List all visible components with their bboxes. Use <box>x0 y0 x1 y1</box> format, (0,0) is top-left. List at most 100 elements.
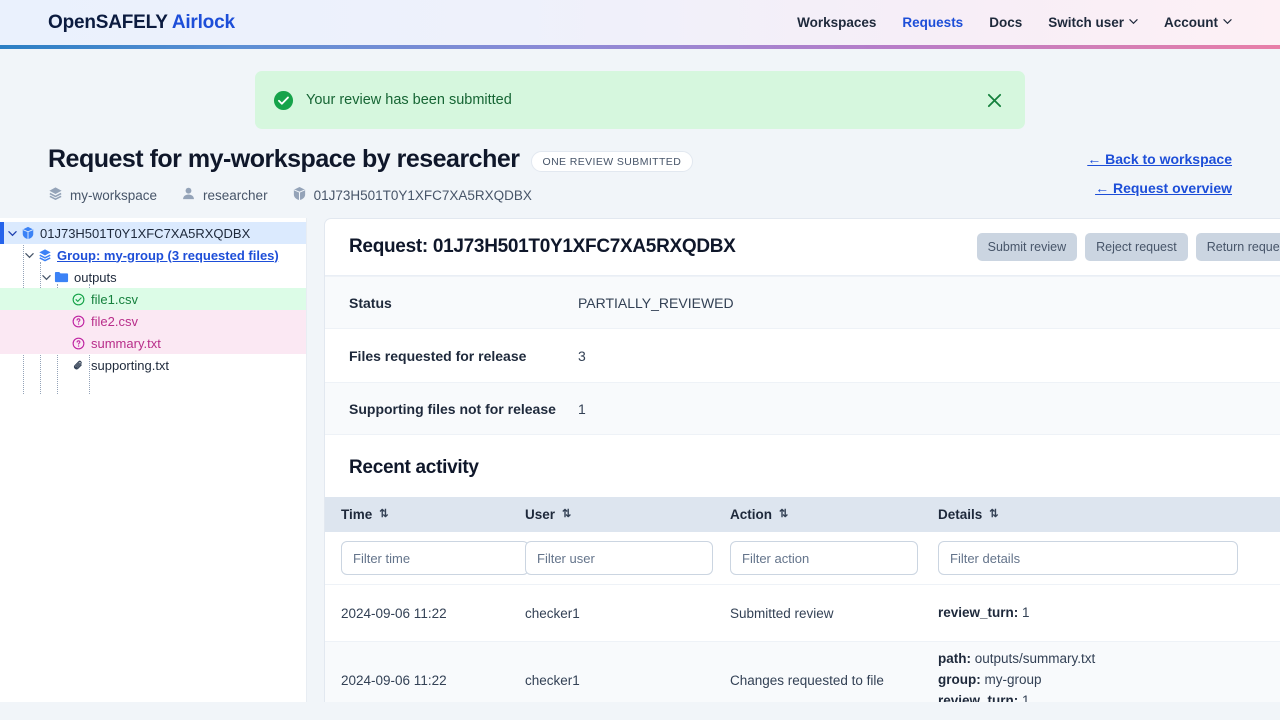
detail-line: group: my-group <box>938 670 1280 691</box>
nav-item-docs[interactable]: Docs <box>989 15 1022 30</box>
chevron-down-icon <box>1129 17 1138 26</box>
layers-icon <box>48 186 63 204</box>
activity-table-body: 2024-09-06 11:22 checker1 Submitted revi… <box>325 532 1280 702</box>
tree-item-summary[interactable]: summary.txt <box>0 332 306 354</box>
return-request-button[interactable]: Return request <box>1196 233 1280 261</box>
meta-request-id: 01J73H501T0Y1XFC7XA5RXQDBX <box>292 186 532 204</box>
column-header-details[interactable]: Details ⇅ <box>938 497 1280 532</box>
meta-label: researcher <box>203 188 268 203</box>
cell-details: path: outputs/summary.txt group: my-grou… <box>938 642 1280 703</box>
tree-item-file1[interactable]: file1.csv <box>0 288 306 310</box>
nav-label: Requests <box>902 15 963 30</box>
layers-icon <box>36 248 53 262</box>
request-heading: Request: 01J73H501T0Y1XFC7XA5RXQDBX <box>349 236 736 258</box>
column-header-action[interactable]: Action ⇅ <box>730 497 938 532</box>
detail-line: path: outputs/summary.txt <box>938 649 1280 670</box>
sort-icon[interactable]: ⇅ <box>379 509 388 520</box>
page-heading: Request for my-workspace by researcher O… <box>0 129 1280 204</box>
column-label: User <box>525 507 555 522</box>
detail-row-status: Status PARTIALLY_REVIEWED <box>325 276 1280 329</box>
activity-table-head: Time ⇅ User ⇅ Action <box>325 497 1280 532</box>
tree-item-file2[interactable]: file2.csv <box>0 310 306 332</box>
sort-icon[interactable]: ⇅ <box>989 509 998 520</box>
sort-icon[interactable]: ⇅ <box>562 509 571 520</box>
sort-icon[interactable]: ⇅ <box>779 509 788 520</box>
filter-cell-user <box>525 532 730 585</box>
cell-user: checker1 <box>525 585 730 642</box>
cell-action: Changes requested to file <box>730 642 938 703</box>
page-title-text: Request for my-workspace by researcher <box>48 145 520 174</box>
main-content: Request: 01J73H501T0Y1XFC7XA5RXQDBX Subm… <box>307 218 1280 702</box>
cell-time: 2024-09-06 11:22 <box>325 642 525 703</box>
main-nav: Workspaces Requests Docs Switch user Acc… <box>797 15 1232 30</box>
chevron-down-icon[interactable] <box>6 229 19 238</box>
page-meta: my-workspace researcher <box>48 186 1087 204</box>
column-header-user[interactable]: User ⇅ <box>525 497 730 532</box>
tree-item-supporting[interactable]: supporting.txt <box>0 354 306 376</box>
detail-value: outputs/summary.txt <box>975 651 1096 666</box>
user-icon <box>181 186 196 204</box>
tree-item-folder-outputs[interactable]: outputs <box>0 266 306 288</box>
tree-item-group[interactable]: Group: my-group (3 requested files) <box>0 244 306 266</box>
request-actions: Submit review Reject request Return requ… <box>977 233 1280 261</box>
chevron-down-icon[interactable] <box>23 251 36 260</box>
nav-label: Account <box>1164 15 1218 30</box>
request-card: Request: 01J73H501T0Y1XFC7XA5RXQDBX Subm… <box>324 218 1280 702</box>
filter-row <box>325 532 1280 585</box>
app-logo[interactable]: OpenSAFELY Airlock <box>48 12 235 34</box>
brand-secondary: Airlock <box>172 12 235 33</box>
close-icon[interactable] <box>983 89 1005 111</box>
detail-value: 1 <box>578 401 586 417</box>
folder-icon <box>53 270 70 284</box>
alert-container: Your review has been submitted <box>0 49 1280 129</box>
chevron-down-icon <box>1223 17 1232 26</box>
submit-review-button[interactable]: Submit review <box>977 233 1078 261</box>
package-icon <box>292 186 307 204</box>
nav-item-switch-user[interactable]: Switch user <box>1048 15 1138 30</box>
paperclip-icon <box>70 359 87 372</box>
nav-label: Switch user <box>1048 15 1124 30</box>
request-card-header: Request: 01J73H501T0Y1XFC7XA5RXQDBX Subm… <box>325 219 1280 276</box>
tree-label: supporting.txt <box>87 358 169 373</box>
detail-value: 1 <box>1022 605 1030 620</box>
detail-line: review_turn: 1 <box>938 603 1280 624</box>
top-navigation-bar: OpenSAFELY Airlock Workspaces Requests D… <box>0 0 1280 45</box>
filter-cell-details <box>938 532 1280 585</box>
cell-action: Submitted review <box>730 585 938 642</box>
cell-time: 2024-09-06 11:22 <box>325 585 525 642</box>
back-to-workspace-link[interactable]: ← Back to workspace <box>1087 151 1232 167</box>
detail-value: 3 <box>578 348 586 364</box>
tree-item-request-root[interactable]: 01J73H501T0Y1XFC7XA5RXQDBX <box>0 222 306 244</box>
tree-label: summary.txt <box>87 336 161 351</box>
tree-label: file2.csv <box>87 314 138 329</box>
column-label: Details <box>938 507 982 522</box>
cell-details: review_turn: 1 <box>938 585 1280 642</box>
detail-key: group: <box>938 672 981 687</box>
question-circle-icon <box>70 315 87 328</box>
column-header-time[interactable]: Time ⇅ <box>325 497 525 532</box>
table-row: 2024-09-06 11:22 checker1 Changes reques… <box>325 642 1280 703</box>
request-overview-link[interactable]: ← Request overview <box>1095 180 1232 196</box>
brand-primary: OpenSAFELY <box>48 12 167 33</box>
nav-item-account[interactable]: Account <box>1164 15 1232 30</box>
reject-request-button[interactable]: Reject request <box>1085 233 1188 261</box>
nav-item-workspaces[interactable]: Workspaces <box>797 15 876 30</box>
detail-key: path: <box>938 651 971 666</box>
column-label: Action <box>730 507 772 522</box>
filter-user-input[interactable] <box>525 541 713 575</box>
nav-item-requests[interactable]: Requests <box>902 15 963 30</box>
detail-line: review_turn: 1 <box>938 691 1280 702</box>
tree-label: Group: my-group (3 requested files) <box>53 248 279 263</box>
filter-cell-action <box>730 532 938 585</box>
success-alert: Your review has been submitted <box>255 71 1025 129</box>
filter-action-input[interactable] <box>730 541 918 575</box>
chevron-down-icon[interactable] <box>40 273 53 282</box>
detail-label: Files requested for release <box>349 348 578 364</box>
cell-user: checker1 <box>525 642 730 703</box>
filter-details-input[interactable] <box>938 541 1238 575</box>
page-body: 01J73H501T0Y1XFC7XA5RXQDBX Group: my-gro… <box>0 218 1280 702</box>
detail-row-supporting-files: Supporting files not for release 1 <box>325 382 1280 435</box>
filter-time-input[interactable] <box>341 541 529 575</box>
table-header-row: Time ⇅ User ⇅ Action <box>325 497 1280 532</box>
nav-label: Docs <box>989 15 1022 30</box>
